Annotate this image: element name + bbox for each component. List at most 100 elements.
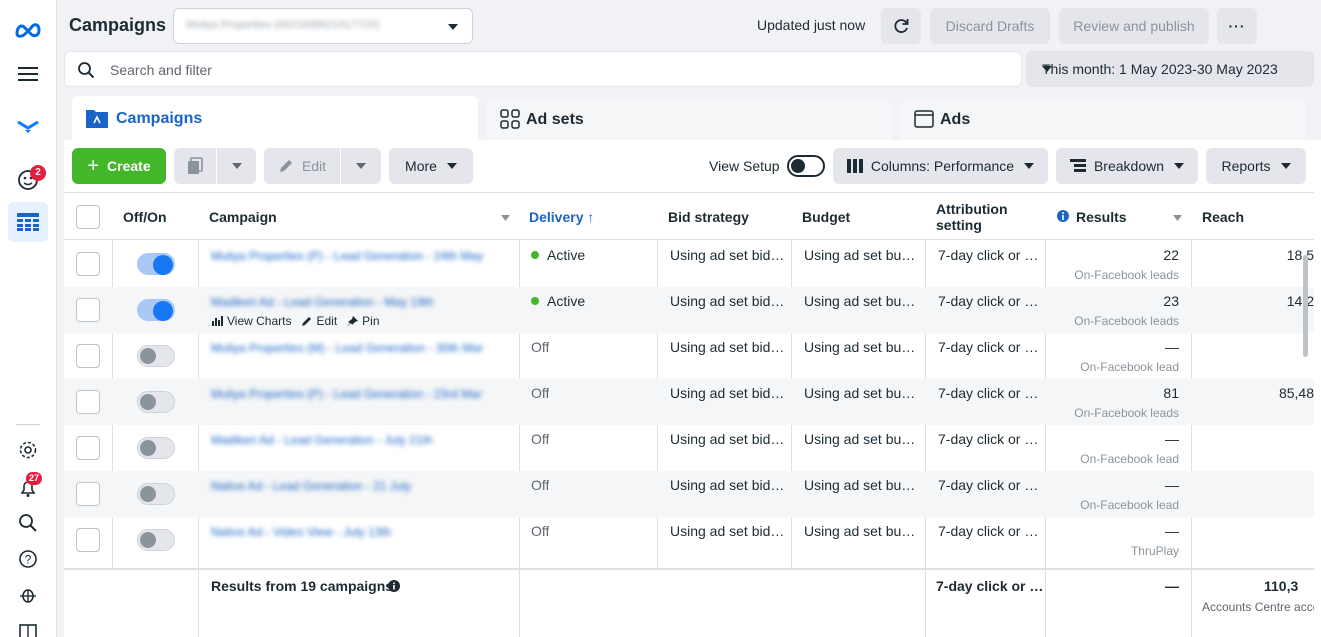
toggle-knob xyxy=(140,394,156,410)
budget-cell: Using ad set bu… xyxy=(804,431,916,447)
view-setup-toggle[interactable] xyxy=(787,155,825,177)
column-divider xyxy=(1191,570,1192,637)
more-button[interactable]: More xyxy=(389,148,473,184)
reports-panel-icon[interactable] xyxy=(8,610,48,637)
bid-strategy-cell: Using ad set bid… xyxy=(670,247,785,263)
tab-ads[interactable]: Ads xyxy=(900,100,1306,140)
row-checkbox[interactable] xyxy=(76,344,100,368)
date-range-picker[interactable]: This month: 1 May 2023-30 May 2023 xyxy=(1026,51,1314,87)
edit-dropdown-button[interactable] xyxy=(341,148,381,184)
campaign-name-link[interactable]: Muliya Properties (M) - Lead Generation … xyxy=(211,341,506,355)
toggle-knob xyxy=(153,301,173,321)
attribution-cell: 7-day click or … xyxy=(938,339,1038,355)
header-campaign[interactable]: Campaign xyxy=(209,209,277,225)
sort-caret-icon[interactable] xyxy=(1173,215,1182,221)
duplicate-button[interactable] xyxy=(174,148,216,184)
row-checkbox[interactable] xyxy=(76,436,100,460)
bid-strategy-cell: Using ad set bid… xyxy=(670,339,785,355)
table-row[interactable]: Madikeri Ad - Lead Generation - July 21t… xyxy=(64,425,1314,471)
row-checkbox[interactable] xyxy=(76,390,100,414)
search-icon[interactable] xyxy=(8,503,48,543)
menu-icon[interactable] xyxy=(8,54,48,94)
table-scrollbar[interactable] xyxy=(1303,255,1308,357)
budget-cell: Using ad set bu… xyxy=(804,247,916,263)
header-results[interactable]: Results xyxy=(1076,209,1127,225)
campaign-toggle[interactable] xyxy=(137,437,175,459)
table-row[interactable]: Native Ad - Lead Generation - 21 July Off… xyxy=(64,471,1314,517)
delivery-status: Active xyxy=(531,293,585,309)
settings-gear-icon[interactable] xyxy=(8,430,48,470)
discard-drafts-button[interactable]: Discard Drafts xyxy=(930,8,1050,44)
duplicate-dropdown-button[interactable] xyxy=(217,148,256,184)
reports-button[interactable]: Reports xyxy=(1206,148,1306,184)
header-attribution-setting[interactable]: Attribution setting xyxy=(936,201,1036,233)
attribution-cell: 7-day click or … xyxy=(938,247,1038,263)
header-bid-strategy[interactable]: Bid strategy xyxy=(668,209,749,225)
table-row[interactable]: Muliya Properties (P) - Lead Generation … xyxy=(64,379,1314,425)
more-options-button[interactable]: ··· xyxy=(1217,8,1257,44)
column-divider xyxy=(198,570,199,637)
table-row[interactable]: Madikeri Ad - Lead Generation - May 19th… xyxy=(64,287,1314,333)
campaign-toggle[interactable] xyxy=(137,253,175,275)
toggle-knob xyxy=(140,348,156,364)
view-charts-link[interactable]: View Charts xyxy=(212,314,291,328)
results-value: — xyxy=(1165,339,1179,355)
table-row[interactable]: Muliya Properties (M) - Lead Generation … xyxy=(64,333,1314,379)
folder-icon xyxy=(86,110,108,128)
info-icon[interactable] xyxy=(1056,209,1070,223)
row-checkbox[interactable] xyxy=(76,482,100,506)
create-button[interactable]: + Create xyxy=(72,148,166,184)
campaign-name-link[interactable]: Muliya Properties (P) - Lead Generation … xyxy=(211,387,506,401)
row-checkbox[interactable] xyxy=(76,528,100,552)
tab-campaigns[interactable]: Campaigns xyxy=(72,96,478,142)
campaign-name-link[interactable]: Madikeri Ad - Lead Generation - May 19th xyxy=(211,295,506,309)
summary-reach-sub: Accounts Centre acco xyxy=(1202,600,1314,614)
table-row[interactable]: Native Ad - Video View - July 13th Off Usi… xyxy=(64,517,1314,563)
plus-icon: + xyxy=(87,155,100,177)
campaign-toggle[interactable] xyxy=(137,345,175,367)
toggle-knob xyxy=(140,532,156,548)
row-checkbox[interactable] xyxy=(76,252,100,276)
summary-label: Results from 19 campaigns xyxy=(211,578,394,594)
breakdown-button[interactable]: Breakdown xyxy=(1056,148,1198,184)
refresh-button[interactable] xyxy=(881,8,921,44)
toggle-knob xyxy=(140,486,156,502)
header-budget[interactable]: Budget xyxy=(802,209,850,225)
header-delivery[interactable]: Delivery ↑ xyxy=(529,209,594,225)
campaign-toggle[interactable] xyxy=(137,391,175,413)
bug-report-icon[interactable] xyxy=(8,575,48,615)
toggle-knob xyxy=(140,440,156,456)
header-off-on[interactable]: Off/On xyxy=(123,209,167,225)
help-icon[interactable]: ? xyxy=(8,539,48,579)
info-icon[interactable] xyxy=(388,580,400,592)
campaign-toggle[interactable] xyxy=(137,529,175,551)
review-and-publish-button[interactable]: Review and publish xyxy=(1059,8,1209,44)
tab-ad-sets[interactable]: Ad sets xyxy=(486,100,892,140)
row-checkbox[interactable] xyxy=(76,298,100,322)
ads-manager-icon[interactable] xyxy=(8,106,48,146)
edit-link[interactable]: Edit xyxy=(301,314,337,328)
campaign-name-link[interactable]: Muliya Properties (P) - Lead Generation … xyxy=(211,249,506,263)
campaign-name-link[interactable]: Madikeri Ad - Lead Generation - July 21t… xyxy=(211,433,506,447)
edit-label: Edit xyxy=(316,314,338,328)
campaigns-table-icon[interactable] xyxy=(8,202,48,242)
edit-button[interactable]: Edit xyxy=(264,148,340,184)
column-divider xyxy=(925,570,926,637)
attribution-cell: 7-day click or … xyxy=(938,477,1038,493)
columns-button[interactable]: Columns: Performance xyxy=(833,148,1048,184)
campaign-name-link[interactable]: Native Ad - Video View - July 13th xyxy=(211,525,506,539)
select-all-checkbox[interactable] xyxy=(76,205,100,229)
campaign-name-link[interactable]: Native Ad - Lead Generation - 21 July xyxy=(211,479,506,493)
campaign-toggle[interactable] xyxy=(137,483,175,505)
sort-caret-icon[interactable] xyxy=(501,215,510,221)
search-input[interactable] xyxy=(110,59,990,81)
campaign-toggle[interactable] xyxy=(137,299,175,321)
ad-card-icon xyxy=(914,110,934,128)
bid-strategy-cell: Using ad set bid… xyxy=(670,385,785,401)
ad-account-selector[interactable]: Muliya Properties (6521658821917725) xyxy=(173,8,473,44)
pin-link[interactable]: Pin xyxy=(347,314,380,328)
table-row[interactable]: Muliya Properties (P) - Lead Generation … xyxy=(64,241,1314,287)
toggle-knob xyxy=(791,159,805,173)
meta-logo-icon[interactable] xyxy=(8,10,48,50)
header-reach[interactable]: Reach xyxy=(1202,209,1244,225)
